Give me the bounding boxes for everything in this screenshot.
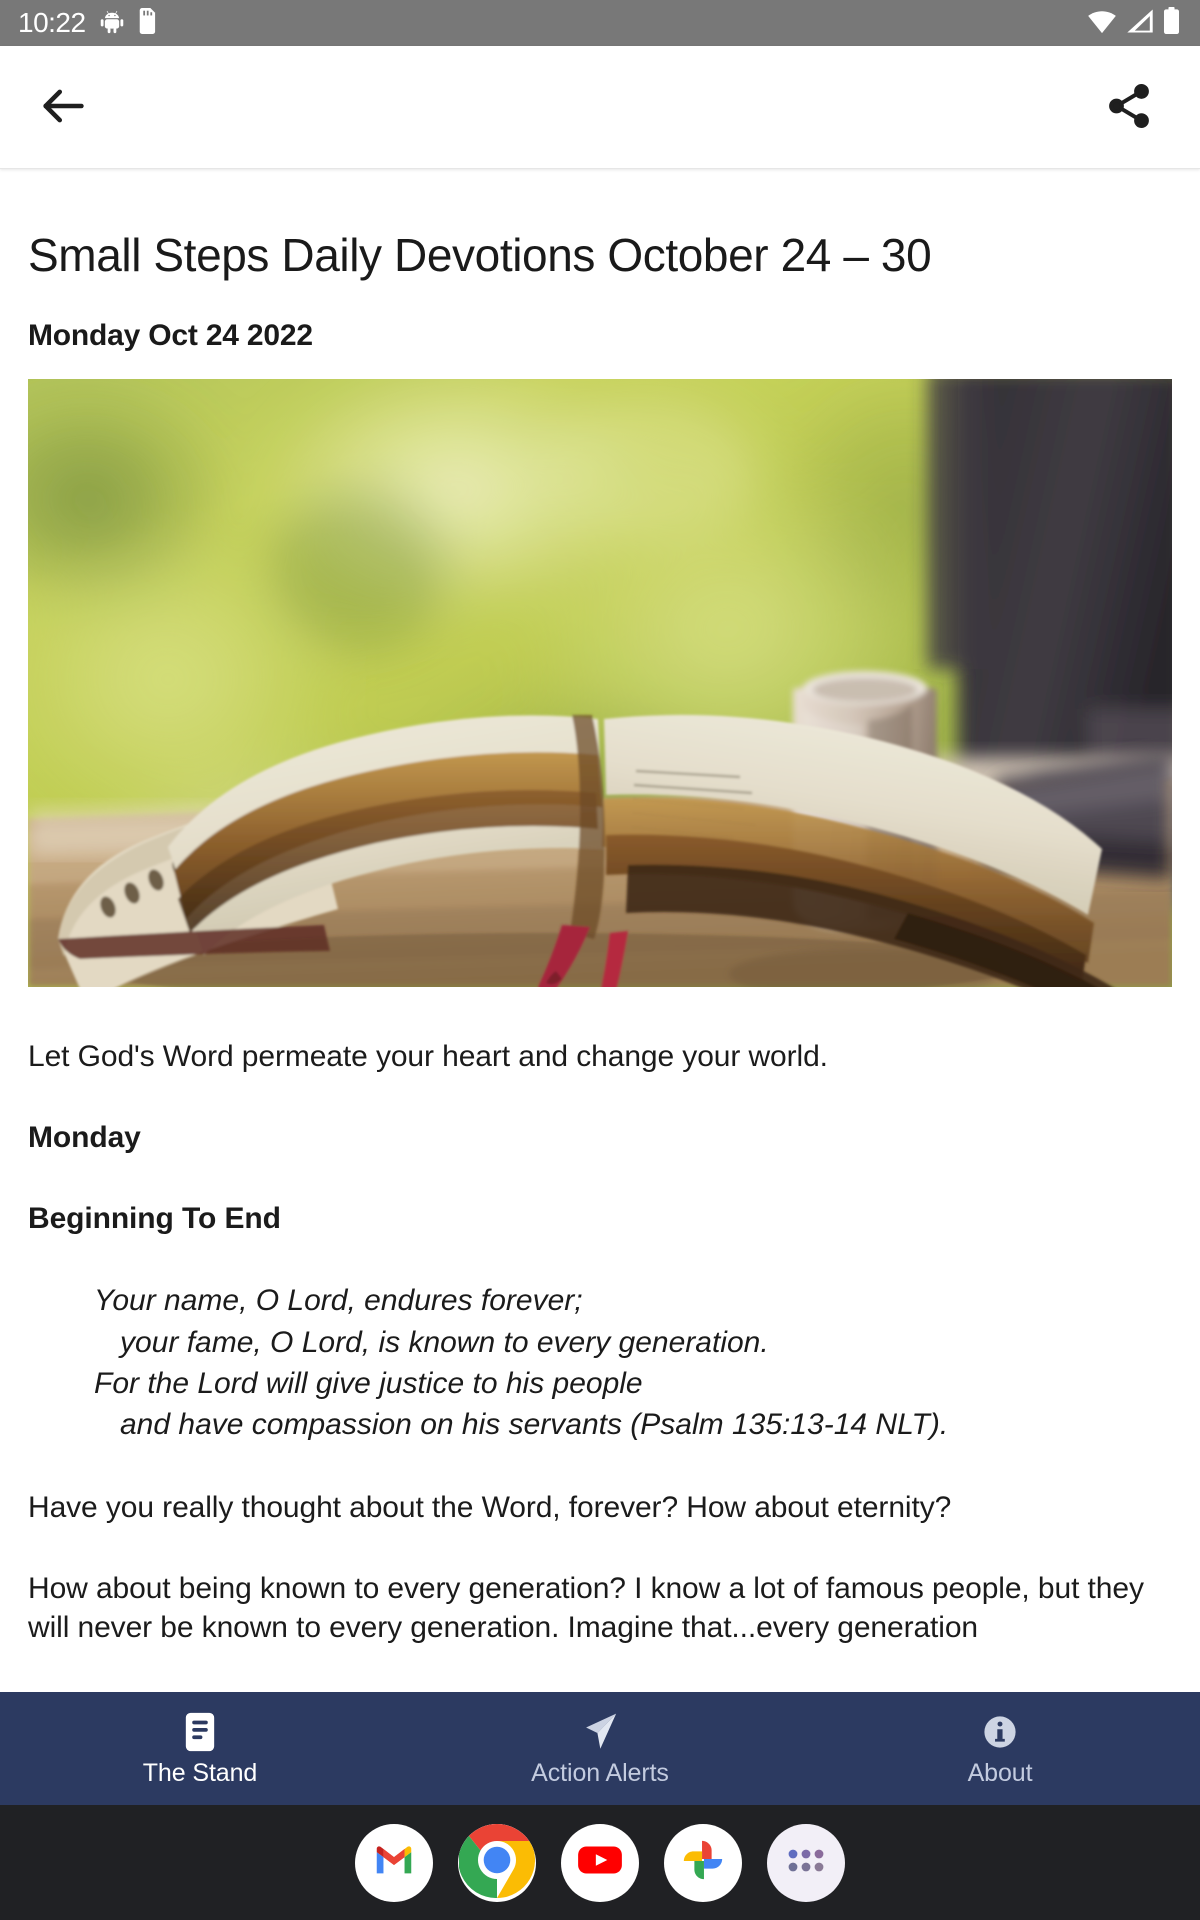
nav-item-about[interactable]: About — [800, 1692, 1200, 1805]
nav-item-action-alerts[interactable]: Action Alerts — [400, 1692, 800, 1805]
send-paper-plane-icon — [579, 1712, 621, 1752]
scripture-line-2: your fame, O Lord, is known to every gen… — [120, 1325, 769, 1359]
info-circle-icon — [982, 1712, 1018, 1752]
android-dock — [0, 1805, 1200, 1920]
status-bar: 10:22 — [0, 0, 1200, 46]
wifi-icon — [1087, 8, 1117, 39]
app-drawer-icon — [784, 1845, 828, 1880]
article-scroll-view[interactable]: Small Steps Daily Devotions October 24 –… — [0, 169, 1200, 1692]
nav-label-the-stand: The Stand — [142, 1758, 258, 1787]
share-button[interactable] — [1092, 70, 1166, 144]
body-paragraph-2: How about being known to every generatio… — [28, 1571, 1144, 1644]
dock-app-chrome[interactable] — [458, 1823, 536, 1902]
nav-item-the-stand[interactable]: The Stand — [0, 1692, 400, 1805]
dock-app-google-photos[interactable] — [664, 1823, 742, 1902]
app-bar — [0, 46, 1200, 169]
google-photos-icon — [680, 1837, 726, 1888]
dock-app-gmail[interactable] — [355, 1823, 433, 1902]
page-title: Small Steps Daily Devotions October 24 –… — [28, 229, 932, 281]
scripture-line-3: For the Lord will give justice to his pe… — [94, 1366, 643, 1400]
bottom-navigation-bar: The Stand Action Alerts About — [0, 1692, 1200, 1805]
youtube-icon — [575, 1835, 625, 1890]
article-date: Monday Oct 24 2022 — [28, 319, 313, 353]
hero-image — [28, 379, 1172, 988]
body-paragraph-1: Have you really thought about the Word, … — [28, 1490, 952, 1524]
back-arrow-icon — [37, 80, 89, 135]
sd-card-icon — [138, 7, 158, 39]
status-bar-right — [1087, 7, 1180, 39]
chrome-icon — [458, 1823, 536, 1902]
battery-icon — [1163, 7, 1180, 39]
scripture-quote: Your name, O Lord, endures forever; your… — [28, 1280, 1172, 1446]
intro-paragraph: Let God's Word permeate your heart and c… — [28, 1040, 828, 1074]
share-icon — [1104, 81, 1154, 134]
dock-app-drawer[interactable] — [767, 1823, 845, 1902]
status-bar-clock: 10:22 — [18, 7, 86, 38]
cellular-signal-icon — [1125, 8, 1155, 39]
dock-app-youtube[interactable] — [561, 1823, 639, 1902]
scripture-line-1: Your name, O Lord, endures forever; — [94, 1284, 583, 1318]
gmail-icon — [371, 1837, 417, 1888]
nav-label-about: About — [967, 1758, 1033, 1787]
section-heading: Beginning To End — [28, 1202, 281, 1236]
nav-label-action-alerts: Action Alerts — [531, 1758, 669, 1787]
phone-screen: 10:22 Small Steps Daily Devotions Octobe… — [0, 0, 1200, 1920]
article-document-icon — [183, 1712, 217, 1752]
scripture-line-4: and have compassion on his servants (Psa… — [120, 1408, 949, 1442]
android-debug-icon — [99, 8, 125, 39]
back-button[interactable] — [26, 70, 100, 144]
status-bar-left: 10:22 — [18, 7, 158, 39]
day-heading: Monday — [28, 1121, 141, 1155]
